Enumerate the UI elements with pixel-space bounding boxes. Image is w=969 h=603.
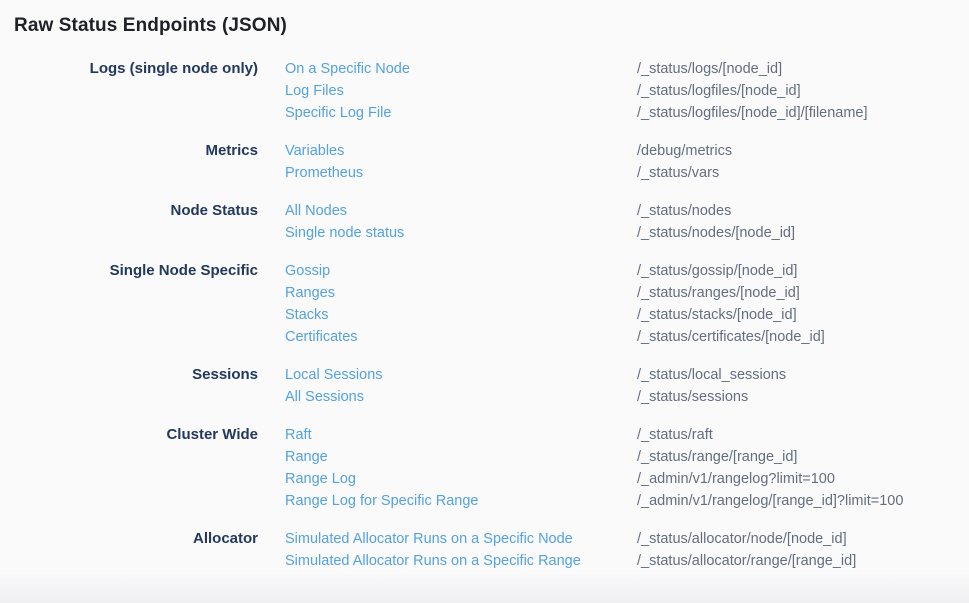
endpoint-link[interactable]: Gossip: [285, 260, 637, 282]
endpoint-list: Simulated Allocator Runs on a Specific N…: [258, 528, 969, 572]
endpoint-link[interactable]: Specific Log File: [285, 102, 637, 124]
endpoint-row: Simulated Allocator Runs on a Specific R…: [258, 550, 969, 572]
endpoint-row: All Nodes /_status/nodes: [258, 200, 969, 222]
endpoint-link[interactable]: Simulated Allocator Runs on a Specific N…: [285, 528, 637, 550]
endpoint-row: Simulated Allocator Runs on a Specific N…: [258, 528, 969, 550]
endpoint-row: Stacks /_status/stacks/[node_id]: [258, 304, 969, 326]
endpoint-section: Logs (single node only) On a Specific No…: [14, 58, 969, 124]
endpoint-link[interactable]: Range Log for Specific Range: [285, 490, 637, 512]
endpoint-row: Range Log /_admin/v1/rangelog?limit=100: [258, 468, 969, 490]
endpoint-row: All Sessions /_status/sessions: [258, 386, 969, 408]
endpoint-path: /_status/sessions: [637, 386, 748, 408]
endpoint-row: Range /_status/range/[range_id]: [258, 446, 969, 468]
endpoint-link[interactable]: Raft: [285, 424, 637, 446]
endpoint-path: /_status/local_sessions: [637, 364, 786, 386]
endpoint-section: Cluster Wide Raft /_status/raft Range /_…: [14, 424, 969, 512]
endpoint-path: /_admin/v1/rangelog/[range_id]?limit=100: [637, 490, 903, 512]
endpoint-link[interactable]: Simulated Allocator Runs on a Specific R…: [285, 550, 637, 572]
endpoint-row: Raft /_status/raft: [258, 424, 969, 446]
endpoint-link[interactable]: Log Files: [285, 80, 637, 102]
endpoint-link[interactable]: Single node status: [285, 222, 637, 244]
endpoint-path: /_status/nodes/[node_id]: [637, 222, 795, 244]
endpoint-link[interactable]: Local Sessions: [285, 364, 637, 386]
endpoint-path: /_admin/v1/rangelog?limit=100: [637, 468, 835, 490]
endpoint-list: Raft /_status/raft Range /_status/range/…: [258, 424, 969, 512]
category-label: Cluster Wide: [14, 424, 258, 512]
endpoint-row: Gossip /_status/gossip/[node_id]: [258, 260, 969, 282]
raw-status-endpoints-page: Raw Status Endpoints (JSON) Logs (single…: [0, 0, 969, 603]
page-title: Raw Status Endpoints (JSON): [14, 15, 969, 37]
endpoint-sections: Logs (single node only) On a Specific No…: [14, 58, 969, 572]
endpoint-row: Variables /debug/metrics: [258, 140, 969, 162]
endpoint-link[interactable]: Ranges: [285, 282, 637, 304]
endpoint-path: /_status/ranges/[node_id]: [637, 282, 800, 304]
endpoint-section: Node Status All Nodes /_status/nodes Sin…: [14, 200, 969, 244]
endpoint-link[interactable]: Certificates: [285, 326, 637, 348]
endpoint-link[interactable]: Variables: [285, 140, 637, 162]
endpoint-path: /_status/stacks/[node_id]: [637, 304, 797, 326]
endpoint-link[interactable]: Stacks: [285, 304, 637, 326]
endpoint-row: On a Specific Node /_status/logs/[node_i…: [258, 58, 969, 80]
endpoint-path: /_status/certificates/[node_id]: [637, 326, 825, 348]
endpoint-row: Prometheus /_status/vars: [258, 162, 969, 184]
category-label: Logs (single node only): [14, 58, 258, 124]
endpoint-section: Metrics Variables /debug/metrics Prometh…: [14, 140, 969, 184]
endpoint-list: Local Sessions /_status/local_sessions A…: [258, 364, 969, 408]
category-label: Single Node Specific: [14, 260, 258, 348]
endpoint-list: On a Specific Node /_status/logs/[node_i…: [258, 58, 969, 124]
endpoint-path: /_status/logfiles/[node_id]: [637, 80, 801, 102]
endpoint-section: Allocator Simulated Allocator Runs on a …: [14, 528, 969, 572]
category-label: Allocator: [14, 528, 258, 572]
endpoint-path: /_status/gossip/[node_id]: [637, 260, 797, 282]
endpoint-row: Range Log for Specific Range /_admin/v1/…: [258, 490, 969, 512]
endpoint-row: Single node status /_status/nodes/[node_…: [258, 222, 969, 244]
category-label: Metrics: [14, 140, 258, 184]
endpoint-list: Variables /debug/metrics Prometheus /_st…: [258, 140, 969, 184]
endpoint-list: All Nodes /_status/nodes Single node sta…: [258, 200, 969, 244]
endpoint-link[interactable]: Prometheus: [285, 162, 637, 184]
endpoint-path: /_status/nodes: [637, 200, 731, 222]
endpoint-row: Ranges /_status/ranges/[node_id]: [258, 282, 969, 304]
bottom-gradient-strip: [0, 575, 969, 603]
endpoint-link[interactable]: On a Specific Node: [285, 58, 637, 80]
endpoint-path: /_status/logfiles/[node_id]/[filename]: [637, 102, 868, 124]
endpoint-row: Certificates /_status/certificates/[node…: [258, 326, 969, 348]
endpoint-row: Log Files /_status/logfiles/[node_id]: [258, 80, 969, 102]
endpoint-link[interactable]: All Sessions: [285, 386, 637, 408]
endpoint-path: /_status/vars: [637, 162, 719, 184]
endpoint-link[interactable]: All Nodes: [285, 200, 637, 222]
endpoint-row: Local Sessions /_status/local_sessions: [258, 364, 969, 386]
endpoint-row: Specific Log File /_status/logfiles/[nod…: [258, 102, 969, 124]
category-label: Sessions: [14, 364, 258, 408]
endpoint-section: Single Node Specific Gossip /_status/gos…: [14, 260, 969, 348]
category-label: Node Status: [14, 200, 258, 244]
endpoint-path: /_status/raft: [637, 424, 713, 446]
endpoint-path: /_status/logs/[node_id]: [637, 58, 782, 80]
endpoint-section: Sessions Local Sessions /_status/local_s…: [14, 364, 969, 408]
endpoint-path: /_status/range/[range_id]: [637, 446, 797, 468]
endpoint-path: /_status/allocator/range/[range_id]: [637, 550, 856, 572]
endpoint-path: /_status/allocator/node/[node_id]: [637, 528, 847, 550]
endpoint-link[interactable]: Range Log: [285, 468, 637, 490]
endpoint-list: Gossip /_status/gossip/[node_id] Ranges …: [258, 260, 969, 348]
endpoint-link[interactable]: Range: [285, 446, 637, 468]
endpoint-path: /debug/metrics: [637, 140, 732, 162]
